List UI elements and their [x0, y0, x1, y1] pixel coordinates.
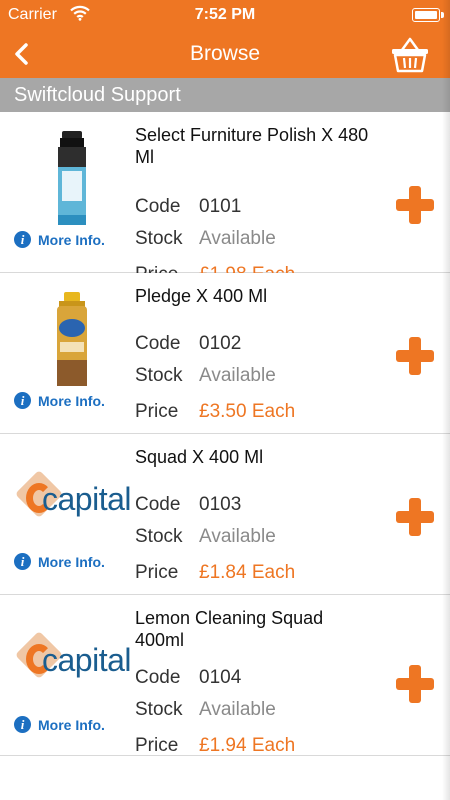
product-image-pledge-can[interactable]: [20, 285, 124, 395]
more-info-label: More Info.: [38, 392, 105, 409]
capital-logo: capital: [14, 469, 132, 531]
code-label: Code: [135, 196, 181, 217]
more-info-link[interactable]: i More Info.: [14, 716, 105, 733]
stock-label: Stock: [135, 228, 183, 249]
stock-value: Available: [199, 699, 276, 720]
stock-field: Stock Available: [135, 228, 276, 250]
product-image-capital-logo[interactable]: capital: [14, 446, 132, 556]
price-value: £1.94 Each: [199, 735, 296, 756]
code-value: 0103: [199, 494, 242, 515]
price-field: Price £1.94 Each: [135, 735, 295, 757]
price-field: Price £3.50 Each: [135, 401, 295, 423]
more-info-link[interactable]: i More Info.: [14, 231, 105, 248]
price-value: £3.50 Each: [199, 401, 296, 422]
info-icon: i: [14, 716, 31, 733]
add-to-basket-button[interactable]: [396, 498, 434, 536]
nav-bar: Browse: [0, 30, 450, 78]
price-value: £1.84 Each: [199, 562, 296, 583]
stock-label: Stock: [135, 526, 183, 547]
top-bar: Carrier 7:52 PM Browse: [0, 0, 450, 78]
code-label: Code: [135, 494, 181, 515]
code-field: Code 0104: [135, 667, 241, 689]
product-image-spray-can[interactable]: [20, 124, 124, 234]
product-row: Select Furniture Polish X 480 Ml Code 010…: [0, 112, 450, 285]
product-row: capital Lemon Cleaning Squad 400ml Code 0…: [0, 595, 450, 756]
battery-icon: [412, 8, 444, 22]
more-info-link[interactable]: i More Info.: [14, 392, 105, 409]
info-icon: i: [14, 392, 31, 409]
stock-value: Available: [199, 526, 276, 547]
code-field: Code 0101: [135, 196, 241, 218]
more-info-label: More Info.: [38, 553, 105, 570]
code-label: Code: [135, 333, 181, 354]
stock-field: Stock Available: [135, 365, 276, 387]
clock: 7:52 PM: [194, 6, 256, 23]
stock-field: Stock Available: [135, 699, 276, 721]
price-label: Price: [135, 735, 179, 756]
stock-value: Available: [199, 228, 276, 249]
more-info-label: More Info.: [38, 716, 105, 733]
price-field: Price £1.84 Each: [135, 562, 295, 584]
page-title: Browse: [189, 42, 261, 65]
add-to-basket-button[interactable]: [396, 337, 434, 375]
stock-label: Stock: [135, 365, 183, 386]
product-name: Squad X 400 Ml: [135, 447, 264, 467]
product-row: capital Squad X 400 Ml Code 0103 Stock Ava…: [0, 434, 450, 595]
code-field: Code 0102: [135, 333, 241, 355]
status-bar: Carrier 7:52 PM: [0, 0, 450, 30]
section-header: Swiftcloud Support: [0, 78, 450, 112]
product-name: Lemon Cleaning Squad 400ml: [135, 608, 324, 650]
info-icon: i: [14, 553, 31, 570]
code-field: Code 0103: [135, 494, 241, 516]
product-name: Pledge X 400 Ml: [135, 286, 268, 306]
more-info-link[interactable]: i More Info.: [14, 553, 105, 570]
code-value: 0101: [199, 196, 242, 217]
stock-label: Stock: [135, 699, 183, 720]
basket-icon[interactable]: [390, 34, 430, 74]
stock-value: Available: [199, 365, 276, 386]
code-value: 0104: [199, 667, 242, 688]
product-list: Select Furniture Polish X 480 Ml Code 010…: [0, 112, 450, 756]
stock-field: Stock Available: [135, 526, 276, 548]
more-info-label: More Info.: [38, 231, 105, 248]
add-to-basket-button[interactable]: [396, 665, 434, 703]
code-value: 0102: [199, 333, 242, 354]
info-icon: i: [14, 231, 31, 248]
product-image-capital-logo[interactable]: capital: [14, 607, 132, 717]
price-label: Price: [135, 562, 179, 583]
price-label: Price: [135, 401, 179, 422]
capital-logo: capital: [14, 630, 132, 692]
product-row: Pledge X 400 Ml Code 0102 Stock Available …: [0, 273, 450, 434]
code-label: Code: [135, 667, 181, 688]
add-to-basket-button[interactable]: [396, 186, 434, 224]
product-name: Select Furniture Polish X 480 Ml: [135, 125, 369, 167]
